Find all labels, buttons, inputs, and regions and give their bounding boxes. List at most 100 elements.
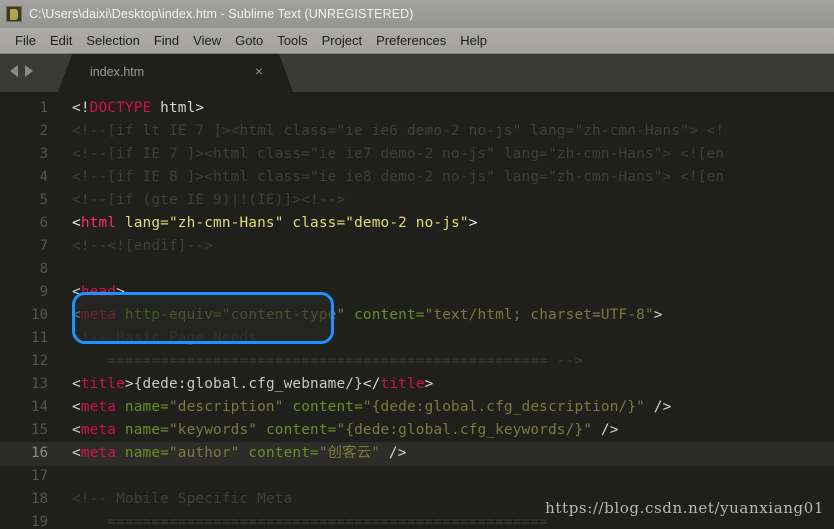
code-text: <meta name="author" content="创客云" />	[72, 442, 407, 465]
sublime-text-window: C:\Users\daixi\Desktop\index.htm - Subli…	[0, 0, 834, 529]
menu-item-file[interactable]: File	[8, 31, 43, 50]
code-line[interactable]: 14 <meta name="description" content="{ded…	[0, 396, 834, 419]
code-token: <	[72, 422, 81, 438]
menu-item-edit[interactable]: Edit	[43, 31, 79, 50]
line-number: 17	[31, 468, 48, 484]
menu-item-help[interactable]: Help	[453, 31, 494, 50]
code-token: <	[72, 445, 81, 461]
code-line[interactable]: 10 <meta http-equiv="content-type" conten…	[0, 304, 834, 327]
code-token: content=	[345, 307, 425, 323]
code-line[interactable]: 7 <!--<![endif]-->	[0, 235, 834, 258]
code-token: />	[592, 422, 619, 438]
code-editor[interactable]: 1 <!DOCTYPE html> 2 <!--[if lt IE 7 ]><html…	[0, 92, 834, 529]
code-token: "text/html; charset=UTF-8"	[424, 307, 654, 323]
code-token: "keywords"	[168, 422, 258, 438]
code-line[interactable]: 2 <!--[if lt IE 7 ]><html class="ie ie6 d…	[0, 120, 834, 143]
menu-item-view[interactable]: View	[186, 31, 228, 50]
code-token: class=	[283, 215, 346, 231]
line-number: 10	[31, 307, 48, 323]
code-token: ========================================…	[72, 514, 548, 529]
line-number: 6	[39, 215, 48, 231]
line-number: 11	[31, 330, 48, 346]
code-token: <	[72, 215, 81, 231]
code-line[interactable]: 1 <!DOCTYPE html>	[0, 97, 834, 120]
code-token: <!--[if IE 7 ]><html class="ie ie7 demo-…	[72, 146, 725, 162]
code-token: name=	[116, 445, 169, 461]
code-line[interactable]: 17	[0, 465, 834, 488]
code-token: name=	[116, 422, 169, 438]
code-token: >	[116, 284, 125, 300]
line-number: 15	[31, 422, 48, 438]
line-number: 4	[39, 169, 48, 185]
code-token: <!	[72, 100, 90, 116]
arrow-right-icon[interactable]	[25, 65, 33, 77]
menu-item-find[interactable]: Find	[147, 31, 186, 50]
code-token: html	[80, 215, 117, 231]
code-text: <!-- Mobile Specific Meta	[72, 488, 292, 511]
code-token: meta	[80, 422, 117, 438]
code-content[interactable]: 1 <!DOCTYPE html> 2 <!--[if lt IE 7 ]><html…	[0, 92, 834, 529]
line-number: 2	[39, 123, 48, 139]
code-text: <!--[if IE 8 ]><html class="ie ie8 demo-…	[72, 166, 724, 189]
tab-nav-arrows	[10, 65, 33, 77]
line-number: 13	[31, 376, 48, 392]
menu-item-tools[interactable]: Tools	[270, 31, 314, 50]
code-text: ========================================…	[72, 350, 583, 373]
tab-bar: index.htm ×	[0, 54, 834, 92]
line-number: 7	[39, 238, 48, 254]
line-number: 16	[31, 445, 48, 461]
code-line[interactable]: 15 <meta name="keywords" content="{dede:g…	[0, 419, 834, 442]
code-line[interactable]: 9 <head>	[0, 281, 834, 304]
code-line[interactable]: 4 <!--[if IE 8 ]><html class="ie ie8 demo…	[0, 166, 834, 189]
code-line[interactable]: 12 =====================================…	[0, 350, 834, 373]
code-token: <	[72, 376, 81, 392]
code-token: title	[380, 376, 425, 392]
code-token: >	[468, 215, 478, 231]
code-token: head	[80, 284, 117, 300]
code-token: <!-- Basic Page Needs	[72, 330, 258, 346]
code-text: <head>	[72, 281, 125, 304]
code-token: <!--<![endif]-->	[72, 238, 214, 254]
menu-item-preferences[interactable]: Preferences	[369, 31, 453, 50]
code-text: <!--[if lt IE 7 ]><html class="ie ie6 de…	[72, 120, 724, 143]
code-token: {dede:global.cfg_webname/}	[133, 376, 363, 392]
code-text: <html lang="zh-cmn-Hans" class="demo-2 n…	[72, 212, 478, 235]
code-text: <meta name="description" content="{dede:…	[72, 396, 671, 419]
line-number: 19	[31, 514, 48, 529]
code-token: lang=	[116, 215, 169, 231]
menu-item-selection[interactable]: Selection	[79, 31, 146, 50]
line-number: 5	[39, 192, 48, 208]
code-line[interactable]: 6 <html lang="zh-cmn-Hans" class="demo-2 …	[0, 212, 834, 235]
code-text: <meta name="keywords" content="{dede:glo…	[72, 419, 619, 442]
code-line[interactable]: 8	[0, 258, 834, 281]
code-token: ========================================…	[72, 353, 584, 369]
code-token: "demo-2 no-js"	[345, 215, 469, 231]
code-token: name=	[116, 399, 169, 415]
code-token: meta	[80, 307, 117, 323]
menu-item-project[interactable]: Project	[315, 31, 369, 50]
vertical-scrollbar[interactable]	[830, 92, 834, 529]
menu-item-goto[interactable]: Goto	[228, 31, 270, 50]
tab-index-htm[interactable]: index.htm ×	[58, 54, 293, 92]
line-number: 14	[31, 399, 48, 415]
code-text: <!--[if IE 7 ]><html class="ie ie7 demo-…	[72, 143, 724, 166]
code-token: "description"	[168, 399, 284, 415]
code-line[interactable]: 16 <meta name="author" content="创客云" />	[0, 442, 834, 466]
code-token: >	[424, 376, 434, 392]
line-number: 1	[39, 100, 48, 116]
code-token: meta	[80, 445, 117, 461]
code-token: http-equiv=	[116, 307, 222, 323]
code-text: ========================================…	[72, 511, 548, 529]
arrow-left-icon[interactable]	[10, 65, 18, 77]
code-token: html>	[151, 100, 205, 116]
code-token: <!--[if lt IE 7 ]><html class="ie ie6 de…	[72, 123, 725, 139]
code-token: "content-type"	[221, 307, 346, 323]
sublime-text-icon	[6, 6, 22, 22]
code-token: content=	[257, 422, 337, 438]
close-icon[interactable]: ×	[255, 64, 263, 78]
code-line[interactable]: 3 <!--[if IE 7 ]><html class="ie ie7 demo…	[0, 143, 834, 166]
code-line[interactable]: 5 <!--[if (gte IE 9)|!(IE)]><!-->	[0, 189, 834, 212]
code-line[interactable]: 11 <!-- Basic Page Needs	[0, 327, 834, 350]
code-text: <!--[if (gte IE 9)|!(IE)]><!-->	[72, 189, 345, 212]
code-line[interactable]: 13 <title>{dede:global.cfg_webname/}</tit…	[0, 373, 834, 396]
